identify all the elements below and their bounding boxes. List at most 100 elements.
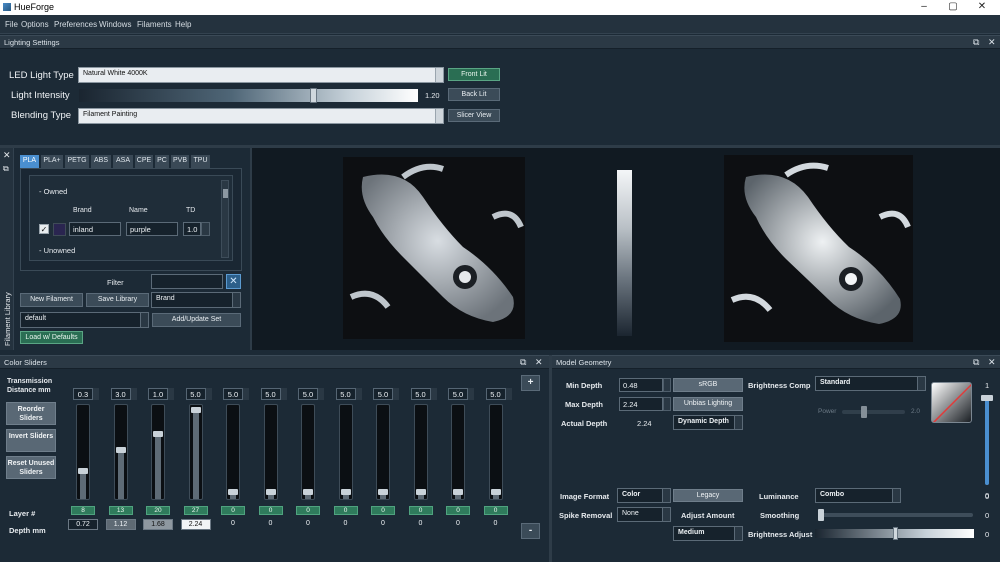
- transmission-distance-spinner[interactable]: [318, 388, 324, 400]
- color-slider-track[interactable]: [151, 404, 165, 500]
- min-depth-spinner[interactable]: [663, 378, 671, 392]
- color-slider-handle[interactable]: [453, 489, 463, 495]
- curve-preview[interactable]: [931, 382, 972, 423]
- transmission-distance-spinner[interactable]: [468, 388, 474, 400]
- luminance-select[interactable]: Combo: [815, 488, 901, 503]
- menu-options[interactable]: Options: [21, 20, 49, 29]
- splitter[interactable]: [549, 355, 552, 562]
- float-panel-icon[interactable]: ⧉: [520, 357, 526, 368]
- color-slider-track[interactable]: [301, 404, 315, 500]
- save-library-button[interactable]: Save Library: [86, 293, 149, 307]
- color-slider-handle[interactable]: [415, 489, 426, 495]
- slicer-view-button[interactable]: Slicer View: [448, 109, 500, 122]
- transmission-distance-spinner[interactable]: [130, 388, 137, 400]
- color-slider-handle[interactable]: [190, 407, 201, 413]
- transmission-distance-input[interactable]: 3.0: [110, 388, 131, 400]
- tab-tpu[interactable]: TPU: [191, 155, 210, 168]
- tab-petg[interactable]: PETG: [65, 155, 89, 168]
- brightness-comp-select[interactable]: Standard: [815, 376, 926, 391]
- image-format-select[interactable]: Color: [617, 488, 671, 503]
- menu-help[interactable]: Help: [175, 20, 191, 29]
- minimize-icon[interactable]: –: [917, 1, 931, 12]
- transmission-distance-input[interactable]: 1.0: [148, 388, 168, 400]
- reset-unused-sliders-button[interactable]: Reset Unused Sliders: [6, 456, 56, 479]
- tab-pla[interactable]: PLA: [20, 155, 39, 168]
- color-slider-handle[interactable]: [78, 468, 88, 474]
- transmission-distance-input[interactable]: 5.0: [448, 388, 468, 400]
- transmission-distance-spinner[interactable]: [243, 388, 249, 400]
- color-slider-handle[interactable]: [340, 489, 351, 495]
- owned-label[interactable]: - Owned: [39, 187, 67, 196]
- filament-set-select[interactable]: default: [20, 312, 149, 328]
- adjust-amount-select[interactable]: Medium: [673, 526, 743, 541]
- srgb-button[interactable]: sRGB: [673, 378, 743, 392]
- front-lit-button[interactable]: Front Lit: [448, 68, 500, 81]
- transmission-distance-spinner[interactable]: [430, 388, 437, 400]
- dynamic-depth-select[interactable]: Dynamic Depth: [673, 415, 743, 430]
- add-slider-button[interactable]: +: [521, 375, 540, 391]
- light-intensity-slider[interactable]: [79, 88, 418, 103]
- led-light-type-select[interactable]: Natural White 4000K: [78, 67, 444, 83]
- owned-checkbox[interactable]: ✓: [39, 224, 49, 234]
- power-slider-handle[interactable]: [861, 406, 867, 418]
- transmission-distance-spinner[interactable]: [280, 388, 287, 400]
- close-panel-icon[interactable]: ✕: [535, 357, 543, 368]
- color-slider-track[interactable]: [338, 404, 353, 500]
- legacy-button[interactable]: Legacy: [673, 489, 743, 502]
- transmission-distance-input[interactable]: 5.0: [410, 388, 431, 400]
- color-slider-track[interactable]: [113, 404, 128, 500]
- smoothing-slider-handle[interactable]: [818, 509, 824, 521]
- float-panel-icon[interactable]: ⧉: [973, 357, 979, 368]
- tab-abs[interactable]: ABS: [91, 155, 111, 168]
- color-slider-handle[interactable]: [378, 489, 388, 495]
- color-slider-handle[interactable]: [153, 431, 163, 437]
- brightness-adjust-slider[interactable]: [815, 527, 974, 540]
- maximize-icon[interactable]: ▢: [946, 1, 960, 12]
- transmission-distance-input[interactable]: 5.0: [260, 388, 281, 400]
- tab-cpe[interactable]: CPE: [135, 155, 153, 168]
- filament-brand-field[interactable]: inland: [69, 222, 121, 236]
- transmission-distance-spinner[interactable]: [505, 388, 512, 400]
- filter-input[interactable]: [151, 274, 223, 289]
- preview-image[interactable]: [724, 155, 913, 342]
- filament-list-scrollbar[interactable]: [221, 180, 229, 258]
- menu-filaments[interactable]: Filaments: [137, 20, 172, 29]
- power-slider[interactable]: [842, 406, 905, 418]
- filament-td-field[interactable]: 1.0: [183, 222, 201, 236]
- tab-pla-plus[interactable]: PLA+: [41, 155, 63, 168]
- menu-windows[interactable]: Windows: [99, 20, 131, 29]
- transmission-distance-input[interactable]: 5.0: [298, 388, 318, 400]
- color-slider-handle[interactable]: [115, 447, 126, 453]
- filament-name-field[interactable]: purple: [126, 222, 178, 236]
- load-defaults-button[interactable]: Load w/ Defaults: [20, 331, 83, 344]
- color-slider-handle[interactable]: [490, 489, 501, 495]
- max-depth-spinner[interactable]: [663, 397, 671, 411]
- color-slider-handle[interactable]: [265, 489, 276, 495]
- unbias-lighting-button[interactable]: Unbias Lighting: [673, 397, 743, 411]
- back-lit-button[interactable]: Back Lit: [448, 88, 500, 101]
- td-spinner[interactable]: [201, 222, 210, 236]
- float-panel-icon[interactable]: ⧉: [3, 164, 9, 174]
- float-panel-icon[interactable]: ⧉: [973, 37, 979, 48]
- color-slider-track[interactable]: [451, 404, 465, 500]
- filament-color-swatch[interactable]: [53, 223, 66, 236]
- tab-asa[interactable]: ASA: [113, 155, 133, 168]
- menu-preferences[interactable]: Preferences: [54, 20, 97, 29]
- light-intensity-handle[interactable]: [310, 88, 317, 103]
- transmission-distance-spinner[interactable]: [205, 388, 212, 400]
- vertical-slider-handle[interactable]: [981, 395, 993, 401]
- transmission-distance-input[interactable]: 5.0: [373, 388, 393, 400]
- color-slider-track[interactable]: [226, 404, 240, 500]
- min-depth-input[interactable]: 0.48: [619, 378, 663, 392]
- transmission-distance-spinner[interactable]: [393, 388, 399, 400]
- max-depth-input[interactable]: 2.24: [619, 397, 663, 411]
- color-slider-track[interactable]: [376, 404, 390, 500]
- color-slider-track[interactable]: [413, 404, 428, 500]
- menu-file[interactable]: File: [5, 20, 18, 29]
- transmission-distance-input[interactable]: 0.3: [73, 388, 93, 400]
- color-slider-track[interactable]: [488, 404, 503, 500]
- brightness-adjust-handle[interactable]: [893, 527, 898, 540]
- blending-type-select[interactable]: Filament Painting: [78, 108, 444, 124]
- new-filament-button[interactable]: New Filament: [20, 293, 83, 307]
- unowned-label[interactable]: - Unowned: [39, 246, 75, 255]
